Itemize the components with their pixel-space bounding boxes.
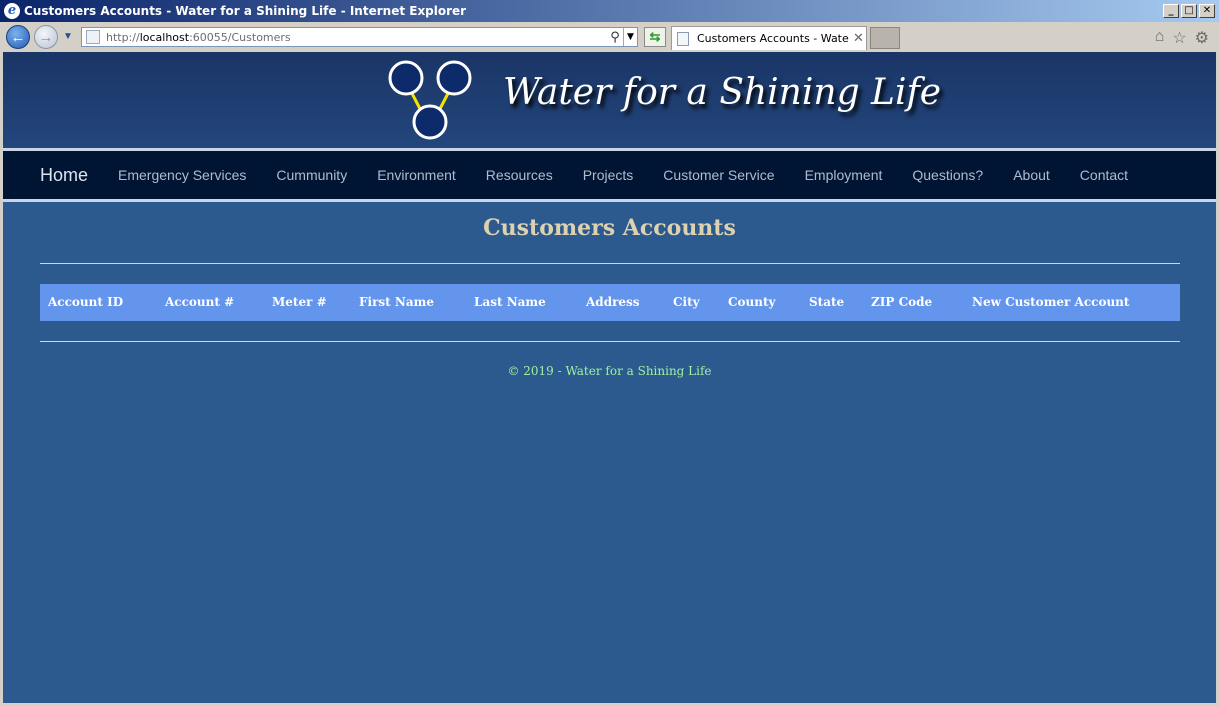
page-title: Customers Accounts [483, 215, 736, 241]
tab-page-icon [677, 31, 689, 46]
minimize-button[interactable]: _ [1163, 4, 1179, 18]
site-title: Water for a Shining Life [503, 72, 942, 113]
nav-divider [3, 199, 1216, 202]
nav-about[interactable]: About [1013, 167, 1050, 183]
column-account-id: Account ID [48, 295, 124, 309]
nav-employment[interactable]: Employment [805, 167, 883, 183]
new-tab-button[interactable] [870, 27, 900, 49]
customers-table-header: Account ID Account # Meter # First Name … [40, 284, 1180, 321]
column-city: City [673, 295, 700, 309]
nav-projects[interactable]: Projects [583, 167, 634, 183]
star-icon[interactable]: ☆ [1172, 28, 1186, 48]
browser-right-icons: ⌂ ☆ ⚙ [1155, 28, 1209, 48]
address-bar[interactable]: http://localhost:60055/Customers ⚲ ▼ [81, 27, 638, 47]
refresh-icon: ⇆ [649, 29, 661, 44]
refresh-button[interactable]: ⇆ [644, 27, 666, 47]
main-navigation: Home Emergency Services Cummunity Enviro… [3, 151, 1216, 199]
address-dropdown-icon[interactable]: ▼ [623, 28, 637, 46]
nav-questions[interactable]: Questions? [912, 167, 983, 183]
new-customer-account-link[interactable]: New Customer Account [972, 295, 1129, 309]
horizontal-rule [40, 263, 1180, 264]
column-county: County [728, 295, 776, 309]
column-first-name: First Name [359, 295, 434, 309]
browser-toolbar: ← → ▼ http://localhost:60055/Customers ⚲… [0, 22, 1219, 52]
gear-icon[interactable]: ⚙ [1195, 28, 1209, 48]
window-controls: _ □ ✕ [1163, 4, 1215, 18]
column-last-name: Last Name [474, 295, 546, 309]
horizontal-rule [40, 341, 1180, 342]
internet-explorer-icon: e [4, 3, 20, 19]
page-viewport: Water for a Shining Life Home Emergency … [3, 52, 1216, 703]
column-zip-code: ZIP Code [871, 295, 933, 309]
nav-community[interactable]: Cummunity [276, 167, 347, 183]
maximize-button[interactable]: □ [1181, 4, 1197, 18]
nav-contact[interactable]: Contact [1080, 167, 1128, 183]
browser-tab[interactable]: Customers Accounts - Water... ✕ [671, 26, 867, 50]
window-title: Customers Accounts - Water for a Shining… [24, 4, 467, 18]
close-button[interactable]: ✕ [1199, 4, 1215, 18]
page-icon [86, 30, 100, 44]
nav-emergency-services[interactable]: Emergency Services [118, 167, 246, 183]
nav-resources[interactable]: Resources [486, 167, 553, 183]
url-prefix: http:// [106, 30, 140, 44]
url-host: localhost [139, 30, 190, 44]
tab-close-icon[interactable]: ✕ [853, 31, 864, 46]
arrow-left-icon: ← [10, 28, 26, 46]
back-button[interactable]: ← [6, 25, 30, 49]
column-account-number: Account # [165, 295, 235, 309]
search-icon[interactable]: ⚲ [607, 30, 623, 45]
window-title-bar: e Customers Accounts - Water for a Shini… [0, 0, 1219, 22]
url-path: :60055/Customers [189, 30, 291, 44]
column-address: Address [586, 295, 640, 309]
home-icon[interactable]: ⌂ [1155, 28, 1165, 48]
arrow-right-icon: → [38, 28, 54, 46]
history-dropdown-icon[interactable]: ▼ [63, 31, 73, 42]
site-banner: Water for a Shining Life [3, 52, 1216, 148]
nav-environment[interactable]: Environment [377, 167, 456, 183]
column-meter-number: Meter # [272, 295, 327, 309]
page-footer: © 2019 - Water for a Shining Life [507, 364, 712, 378]
nav-home[interactable]: Home [40, 165, 88, 186]
site-logo [388, 60, 472, 140]
column-state: State [809, 295, 845, 309]
tab-label: Customers Accounts - Water... [697, 32, 849, 45]
forward-button[interactable]: → [34, 25, 58, 49]
nav-customer-service[interactable]: Customer Service [663, 167, 774, 183]
